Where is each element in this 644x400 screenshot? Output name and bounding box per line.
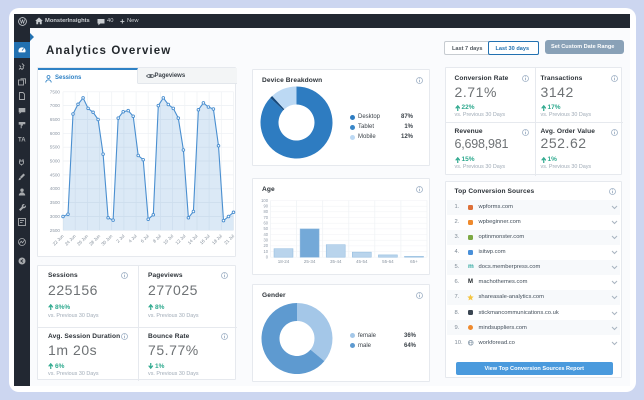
svg-text:100: 100 bbox=[261, 197, 269, 202]
svg-text:50: 50 bbox=[263, 226, 268, 231]
svg-text:7500: 7500 bbox=[50, 89, 61, 94]
svg-text:20: 20 bbox=[263, 243, 268, 248]
svg-text:12 Jul: 12 Jul bbox=[174, 233, 186, 245]
svg-text:3000: 3000 bbox=[50, 214, 61, 219]
svg-text:22 Jun: 22 Jun bbox=[52, 233, 65, 246]
svg-text:4500: 4500 bbox=[50, 172, 61, 177]
svg-text:35-44: 35-44 bbox=[330, 259, 342, 264]
svg-text:6000: 6000 bbox=[50, 130, 61, 135]
svg-text:7000: 7000 bbox=[50, 103, 61, 108]
svg-text:5000: 5000 bbox=[50, 158, 61, 163]
svg-text:60: 60 bbox=[263, 220, 268, 225]
svg-text:W: W bbox=[20, 19, 25, 25]
svg-text:0: 0 bbox=[266, 254, 269, 259]
svg-text:TA: TA bbox=[18, 137, 26, 143]
svg-text:21 Jul: 21 Jul bbox=[223, 233, 235, 245]
svg-text:90: 90 bbox=[263, 203, 268, 208]
svg-text:28 Jun: 28 Jun bbox=[88, 233, 101, 246]
svg-text:4 Jul: 4 Jul bbox=[128, 233, 138, 243]
svg-text:16 Jul: 16 Jul bbox=[199, 233, 211, 245]
svg-text:2500: 2500 bbox=[50, 227, 61, 232]
svg-text:55-64: 55-64 bbox=[382, 259, 394, 264]
svg-text:6 Jul: 6 Jul bbox=[140, 233, 150, 243]
svg-text:8 Jul: 8 Jul bbox=[152, 233, 162, 243]
svg-text:30 Jun: 30 Jun bbox=[100, 233, 113, 246]
svg-text:5500: 5500 bbox=[50, 144, 61, 149]
svg-text:18 Jul: 18 Jul bbox=[211, 233, 223, 245]
svg-text:18-24: 18-24 bbox=[278, 259, 290, 264]
svg-text:40: 40 bbox=[263, 231, 268, 236]
svg-text:65+: 65+ bbox=[410, 259, 418, 264]
svg-text:10 Jul: 10 Jul bbox=[162, 233, 174, 245]
svg-text:70: 70 bbox=[263, 214, 268, 219]
svg-text:14 Jul: 14 Jul bbox=[187, 233, 199, 245]
svg-text:80: 80 bbox=[263, 209, 268, 214]
svg-text:2 Jul: 2 Jul bbox=[115, 233, 125, 243]
svg-text:25-34: 25-34 bbox=[304, 259, 316, 264]
svg-text:6500: 6500 bbox=[50, 117, 61, 122]
svg-text:24 Jun: 24 Jun bbox=[64, 233, 77, 246]
svg-text:3500: 3500 bbox=[50, 200, 61, 205]
svg-text:4000: 4000 bbox=[50, 186, 61, 191]
svg-text:45-54: 45-54 bbox=[356, 259, 368, 264]
svg-text:26 Jun: 26 Jun bbox=[76, 233, 89, 246]
svg-text:10: 10 bbox=[263, 248, 268, 253]
svg-text:30: 30 bbox=[263, 237, 268, 242]
